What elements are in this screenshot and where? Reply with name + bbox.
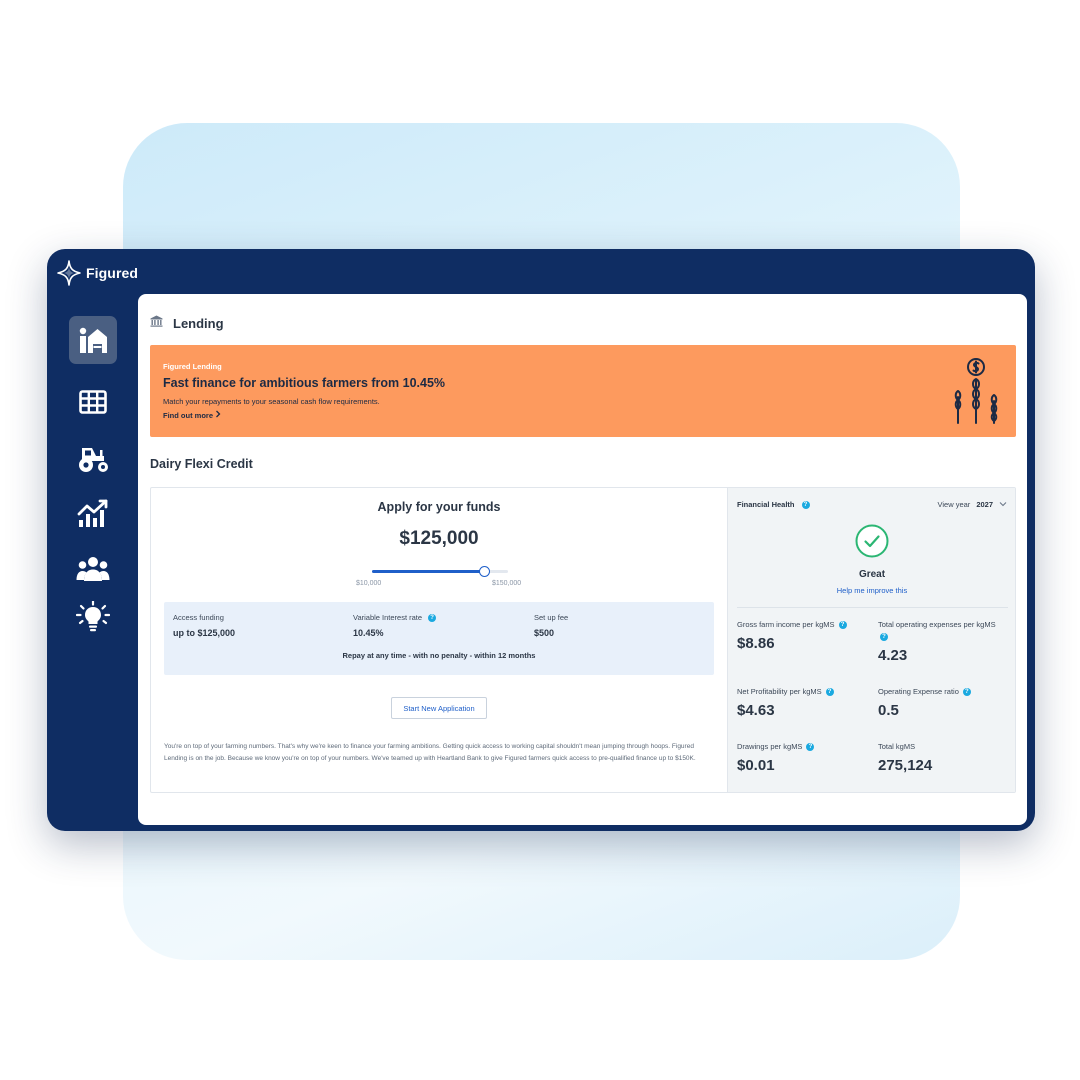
- main-content: Lending Figured Lending Fast finance for…: [138, 294, 1027, 825]
- metric-label: Gross farm income per kgMS?: [737, 619, 872, 631]
- team-people-icon: [76, 556, 110, 582]
- term-label: Set up fee: [534, 613, 568, 622]
- chevron-down-icon: [999, 500, 1007, 509]
- metric-label: Total operating expenses per kgMS?: [878, 619, 1013, 643]
- farm-barn-icon: [78, 326, 108, 354]
- nav-item-farm[interactable]: [69, 316, 117, 364]
- find-out-more-link[interactable]: Find out more: [163, 410, 221, 420]
- chevron-right-icon: [215, 410, 221, 420]
- metric-net-profitability: Net Profitability per kgMS? $4.63: [737, 686, 872, 719]
- term-interest-rate: Variable Interest rate ? 10.45%: [353, 613, 437, 638]
- metric-value: $4.63: [737, 702, 775, 719]
- metric-total-kgms: Total kgMS 275,124: [878, 741, 1013, 774]
- wheat-coin-icon: [948, 357, 1004, 430]
- bank-icon: [150, 314, 163, 332]
- term-label-text: Set up fee: [534, 613, 569, 622]
- help-icon[interactable]: ?: [801, 500, 810, 509]
- figured-logo-icon: [57, 260, 81, 286]
- product-title: Dairy Flexi Credit: [150, 457, 253, 471]
- slider-min-label: $10,000: [356, 580, 382, 587]
- brand[interactable]: Figured: [57, 260, 138, 286]
- lending-disclaimer: You're on top of your farming numbers. T…: [164, 743, 696, 762]
- find-out-more-label: Find out more: [163, 410, 213, 420]
- funds-slider[interactable]: [372, 566, 508, 578]
- term-value: 10.45%: [353, 628, 384, 638]
- metric-gross-farm-income: Gross farm income per kgMS? $8.86: [737, 619, 872, 652]
- view-year-label: View year: [937, 500, 971, 509]
- start-application-button[interactable]: Start New Application: [391, 697, 487, 719]
- metric-value: 0.5: [878, 702, 899, 719]
- term-label-text: Access funding: [173, 613, 224, 622]
- view-year-select[interactable]: View year 2027: [938, 500, 1007, 509]
- slider-max-label: $150,000: [492, 580, 522, 587]
- chart-trend-icon: [77, 498, 109, 528]
- apply-title: Apply for your funds: [377, 500, 501, 514]
- page-title: Lending: [173, 315, 224, 331]
- slider-fill: [372, 570, 484, 573]
- metric-label-text: Net Profitability per kgMS: [737, 687, 822, 696]
- divider: [737, 607, 1008, 608]
- health-status: Great: [858, 569, 886, 580]
- term-access-funding: Access funding up to $125,000: [173, 613, 235, 638]
- product-card: Apply for your funds $125,000 $10,000 $1…: [150, 487, 1016, 793]
- metric-label: Operating Expense ratio?: [878, 686, 1013, 698]
- term-label: Access funding: [173, 613, 235, 622]
- apply-panel: Apply for your funds $125,000 $10,000 $1…: [151, 488, 727, 792]
- tractor-icon: [75, 443, 111, 473]
- help-icon[interactable]: ?: [838, 621, 847, 630]
- term-value: up to $125,000: [173, 628, 236, 638]
- terms-note: Repay at any time - with no penalty - wi…: [342, 651, 536, 660]
- term-label: Variable Interest rate ?: [353, 613, 437, 622]
- lightbulb-icon: [76, 601, 110, 633]
- metric-label-text: Total kgMS: [878, 742, 916, 751]
- metric-label-text: Operating Expense ratio: [878, 687, 959, 696]
- help-me-improve-link[interactable]: Help me improve this: [728, 586, 1016, 595]
- help-icon[interactable]: ?: [880, 633, 888, 642]
- financial-health-title: Financial Health ?: [737, 500, 810, 509]
- promo-banner: Figured Lending Fast finance for ambitio…: [150, 345, 1016, 437]
- check-circle-icon: [855, 524, 889, 563]
- help-icon[interactable]: ?: [806, 743, 815, 752]
- term-label-text: Variable Interest rate: [353, 613, 423, 622]
- metric-label-text: Gross farm income per kgMS: [737, 620, 835, 629]
- apply-amount: $125,000: [399, 528, 479, 549]
- sidebar: [47, 294, 138, 831]
- metric-operating-expense-ratio: Operating Expense ratio? 0.5: [878, 686, 1013, 719]
- metric-label: Total kgMS: [878, 741, 1013, 753]
- metric-value: 275,124: [878, 757, 933, 774]
- brand-name: Figured: [86, 265, 139, 281]
- financial-health-panel: Financial Health ? View year 2027 Great …: [727, 488, 1015, 792]
- nav-item-people[interactable]: [69, 545, 117, 593]
- banner-eyebrow: Figured Lending: [163, 362, 222, 371]
- metric-total-operating-expenses: Total operating expenses per kgMS? 4.23: [878, 619, 1013, 664]
- slider-thumb[interactable]: [479, 566, 490, 577]
- metric-value: 4.23: [878, 647, 908, 664]
- banner-headline: Fast finance for ambitious farmers from …: [163, 376, 446, 390]
- financial-health-label: Financial Health: [737, 500, 795, 509]
- metric-value: $8.86: [737, 635, 775, 652]
- metric-label-text: Total operating expenses per kgMS: [878, 620, 996, 629]
- page-header: Lending: [150, 314, 224, 332]
- metric-drawings: Drawings per kgMS? $0.01: [737, 741, 872, 774]
- banner-subtext: Match your repayments to your seasonal c…: [163, 397, 380, 406]
- nav-item-tractor[interactable]: [69, 434, 117, 482]
- help-icon[interactable]: ?: [825, 688, 834, 697]
- grid-table-icon: [79, 390, 107, 414]
- view-year-value: 2027: [976, 500, 993, 509]
- nav-item-grid[interactable]: [69, 378, 117, 426]
- term-value: $500: [534, 628, 555, 638]
- nav-item-reports[interactable]: [69, 489, 117, 537]
- metric-value: $0.01: [737, 757, 775, 774]
- metric-label-text: Drawings per kgMS: [737, 742, 803, 751]
- metric-label: Drawings per kgMS?: [737, 741, 872, 753]
- terms-box: Access funding up to $125,000 Variable I…: [164, 602, 714, 675]
- help-icon[interactable]: ?: [962, 688, 971, 697]
- app-window: Figured Lending Figured Lending Fast fin…: [47, 249, 1035, 831]
- metric-label: Net Profitability per kgMS?: [737, 686, 872, 698]
- help-icon[interactable]: ?: [428, 613, 437, 622]
- nav-item-ideas[interactable]: [69, 593, 117, 641]
- term-setup-fee: Set up fee $500: [534, 613, 568, 638]
